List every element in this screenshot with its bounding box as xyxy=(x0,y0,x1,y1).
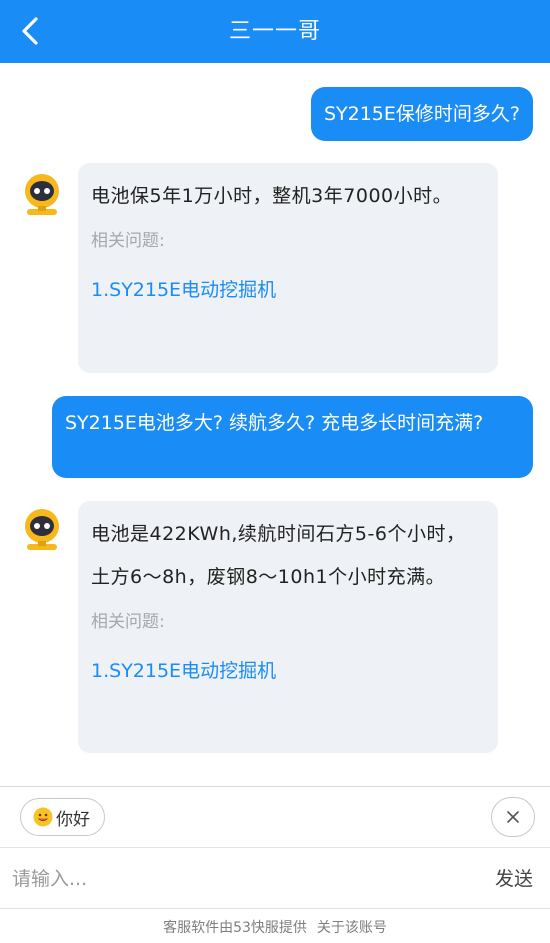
bot-avatar-icon xyxy=(25,174,59,215)
about-account-link[interactable]: 关于该账号 xyxy=(317,917,387,937)
send-button[interactable]: 发送 xyxy=(495,848,533,910)
composer-panel: 你好 发送 客服软件由53快服提供 关于该账号 xyxy=(0,786,550,943)
quick-reply-bar: 你好 xyxy=(0,787,550,847)
bot-message-1: 电池保5年1万小时，整机3年7000小时。 相关问题: 1.SY215E电动挖掘… xyxy=(78,163,498,373)
page-title: 三一一哥 xyxy=(228,19,321,44)
bot-avatar-icon xyxy=(25,509,59,550)
related-question-link[interactable]: 1.SY215E电动挖掘机 xyxy=(91,657,482,685)
quick-reply-hello[interactable]: 你好 xyxy=(20,798,105,836)
related-questions-label: 相关问题: xyxy=(91,612,165,632)
smile-emoji-icon xyxy=(33,807,53,827)
provider-text: 客服软件由53快服提供 xyxy=(163,919,307,936)
chat-area[interactable]: SY215E保修时间多久? 电池保5年1万小时，整机3年7000小时。 相关问题… xyxy=(0,63,550,785)
quick-reply-label: 你好 xyxy=(56,809,90,830)
related-questions-label: 相关问题: xyxy=(91,231,165,251)
bot-message-2: 电池是422KWh,续航时间石方5-6个小时，土方6～8h，废钢8～10h1个小… xyxy=(78,501,498,753)
input-row: 发送 xyxy=(0,847,550,909)
user-message-2: SY215E电池多大? 续航多久? 充电多长时间充满? xyxy=(52,396,533,478)
bot-message-text: 电池保5年1万小时，整机3年7000小时。 xyxy=(91,185,453,207)
footer: 客服软件由53快服提供 关于该账号 xyxy=(0,909,550,943)
message-input[interactable] xyxy=(12,858,452,900)
close-quick-replies-button[interactable] xyxy=(491,797,535,837)
related-question-link[interactable]: 1.SY215E电动挖掘机 xyxy=(91,276,482,304)
app-header: 三一一哥 xyxy=(0,0,550,63)
user-message-1: SY215E保修时间多久? xyxy=(310,87,533,141)
bot-message-text: 电池是422KWh,续航时间石方5-6个小时，土方6～8h，废钢8～10h1个小… xyxy=(91,523,466,588)
close-icon xyxy=(507,811,519,823)
